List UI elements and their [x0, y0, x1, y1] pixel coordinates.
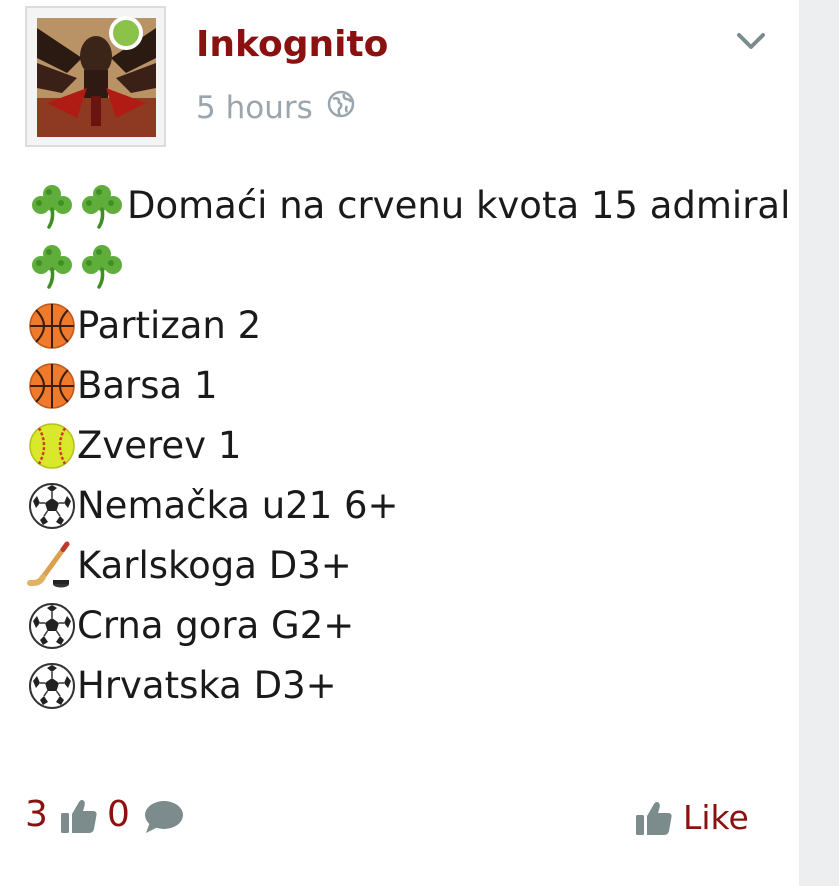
post-line-text: Partizan 2 — [77, 304, 262, 347]
shamrock-icon — [27, 241, 77, 291]
post-line-text: Domaći na crvenu kvota 15 admiral — [127, 184, 791, 227]
shamrock-icon — [77, 181, 127, 231]
post-line: Barsa 1 — [27, 356, 787, 416]
side-gutter — [799, 0, 839, 886]
author-name[interactable]: Inkognito — [196, 24, 388, 65]
basketball-icon — [27, 301, 77, 351]
like-thumb-icon[interactable] — [634, 798, 674, 842]
post-line-text: Zverev 1 — [77, 424, 242, 467]
post-card: Inkognito 5 hours Domaći na crvenu kvota… — [0, 0, 799, 886]
post-time[interactable]: 5 hours — [196, 90, 313, 126]
soccer-ball-icon — [27, 601, 77, 651]
post-line-text: Nemačka u21 6+ — [77, 484, 399, 527]
softball-icon — [27, 421, 77, 471]
shamrock-icon — [77, 241, 127, 291]
comments-count[interactable]: 0 — [107, 794, 130, 835]
speech-bubble-icon[interactable] — [142, 798, 184, 840]
like-button[interactable]: Like — [683, 798, 749, 837]
post-footer: 3 0 Like — [25, 790, 755, 846]
avatar-frame[interactable] — [25, 6, 166, 147]
post-line-text: Karlskoga D3+ — [77, 544, 352, 587]
post-line: Zverev 1 — [27, 416, 787, 476]
post-meta: 5 hours — [196, 90, 355, 126]
post-line-text: Barsa 1 — [77, 364, 218, 407]
thumbs-up-icon[interactable] — [59, 796, 99, 840]
page: Inkognito 5 hours Domaći na crvenu kvota… — [0, 0, 839, 886]
post-line: Domaći na crvenu kvota 15 admiral — [27, 176, 791, 236]
post-line: Partizan 2 — [27, 296, 787, 356]
post-body: Domaći na crvenu kvota 15 admiral Partiz… — [27, 176, 791, 716]
likes-count[interactable]: 3 — [25, 794, 48, 835]
soccer-ball-icon — [27, 661, 77, 711]
post-line-text: Crna gora G2+ — [77, 604, 355, 647]
globe-icon — [327, 90, 355, 126]
online-status-dot — [109, 16, 143, 50]
post-line: Karlskoga D3+ — [27, 536, 787, 596]
hockey-stick-icon — [27, 541, 77, 591]
chevron-down-icon[interactable] — [736, 28, 766, 54]
post-line-text: Hrvatska D3+ — [77, 664, 337, 707]
post-line: Nemačka u21 6+ — [27, 476, 787, 536]
post-line: Hrvatska D3+ — [27, 656, 787, 716]
soccer-ball-icon — [27, 481, 77, 531]
shamrock-icon — [27, 181, 77, 231]
post-line: Crna gora G2+ — [27, 596, 787, 656]
basketball-icon — [27, 361, 77, 411]
post-line — [27, 236, 787, 296]
